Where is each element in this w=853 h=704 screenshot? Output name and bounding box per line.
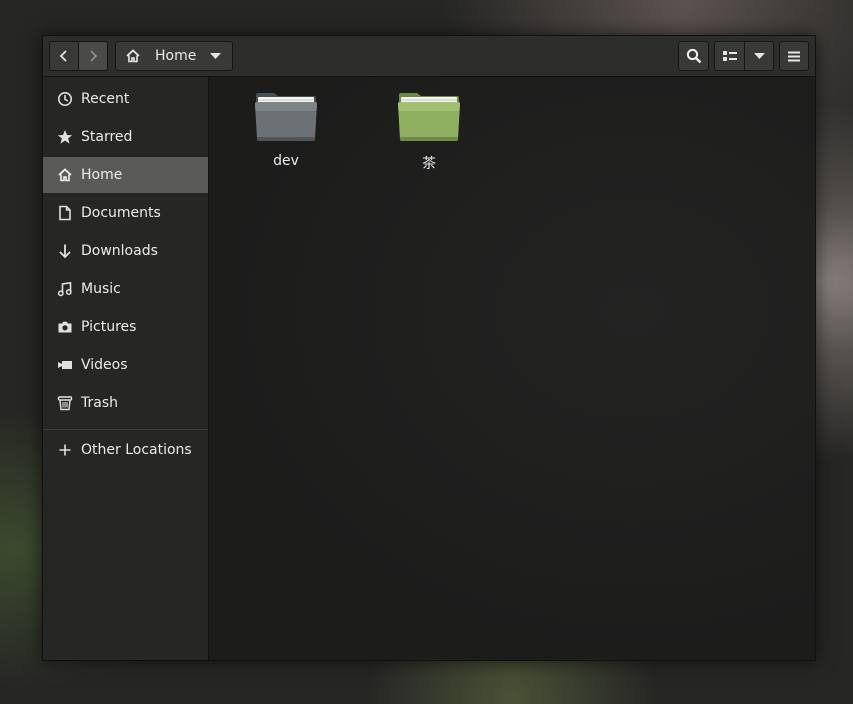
home-icon (125, 48, 141, 64)
sidebar-item-downloads[interactable]: Downloads (43, 233, 208, 269)
forward-button[interactable] (78, 41, 108, 71)
sidebar-item-documents[interactable]: Documents (43, 195, 208, 231)
sidebar-item-pictures[interactable]: Pictures (43, 309, 208, 345)
file-manager-window: Home Recent Starred Home Documents Downl… (42, 35, 816, 661)
clock-icon (57, 91, 73, 107)
sidebar-item-music[interactable]: Music (43, 271, 208, 307)
sidebar-item-videos[interactable]: Videos (43, 347, 208, 383)
document-icon (57, 205, 73, 221)
dropdown-arrow-icon (210, 53, 221, 59)
download-arrow-icon (57, 243, 73, 259)
sidebar-item-label: Music (81, 281, 121, 297)
music-note-icon (57, 281, 73, 297)
back-button[interactable] (49, 41, 79, 71)
search-button[interactable] (678, 41, 709, 71)
header-bar: Home (43, 36, 815, 77)
view-options-button[interactable] (744, 41, 774, 71)
sidebar-item-label: Documents (81, 205, 161, 221)
folder-icon (254, 91, 318, 147)
sidebar-item-label: Downloads (81, 243, 158, 259)
sidebar-item-trash[interactable]: Trash (43, 385, 208, 421)
sidebar-item-label: Other Locations (81, 442, 192, 458)
main-menu-button[interactable] (779, 41, 809, 71)
folder-icon (397, 91, 461, 147)
list-view-icon (722, 50, 737, 62)
trash-icon (57, 395, 73, 411)
sidebar-item-label: Pictures (81, 319, 137, 335)
sidebar-item-home[interactable]: Home (43, 157, 208, 193)
sidebar-item-label: Videos (81, 357, 128, 373)
camera-icon (57, 319, 73, 335)
dropdown-arrow-icon (753, 53, 765, 59)
sidebar-separator (43, 429, 208, 430)
file-name: dev (273, 153, 299, 169)
chevron-left-icon (58, 49, 70, 63)
sidebar-item-label: Trash (81, 395, 118, 411)
file-item-folder[interactable]: dev (238, 91, 334, 171)
search-icon (686, 48, 702, 64)
plus-icon (57, 442, 73, 458)
sidebar-item-label: Starred (81, 129, 133, 145)
hamburger-menu-icon (788, 51, 800, 62)
video-camera-icon (57, 357, 73, 373)
location-button[interactable]: Home (115, 41, 233, 71)
view-toggle-button[interactable] (714, 41, 745, 71)
star-icon (57, 129, 73, 145)
file-item-folder[interactable]: 茶 (381, 91, 477, 172)
file-view[interactable]: dev 茶 (209, 77, 815, 660)
sidebar-item-label: Home (81, 167, 123, 183)
file-name: 茶 (422, 156, 436, 172)
sidebar-item-label: Recent (81, 91, 130, 107)
sidebar-item-other-locations[interactable]: Other Locations (43, 432, 208, 468)
sidebar: Recent Starred Home Documents Downloads (43, 77, 209, 660)
sidebar-item-recent[interactable]: Recent (43, 81, 208, 117)
home-icon (57, 167, 73, 183)
sidebar-item-starred[interactable]: Starred (43, 119, 208, 155)
chevron-right-icon (87, 49, 99, 63)
location-label: Home (155, 48, 197, 64)
